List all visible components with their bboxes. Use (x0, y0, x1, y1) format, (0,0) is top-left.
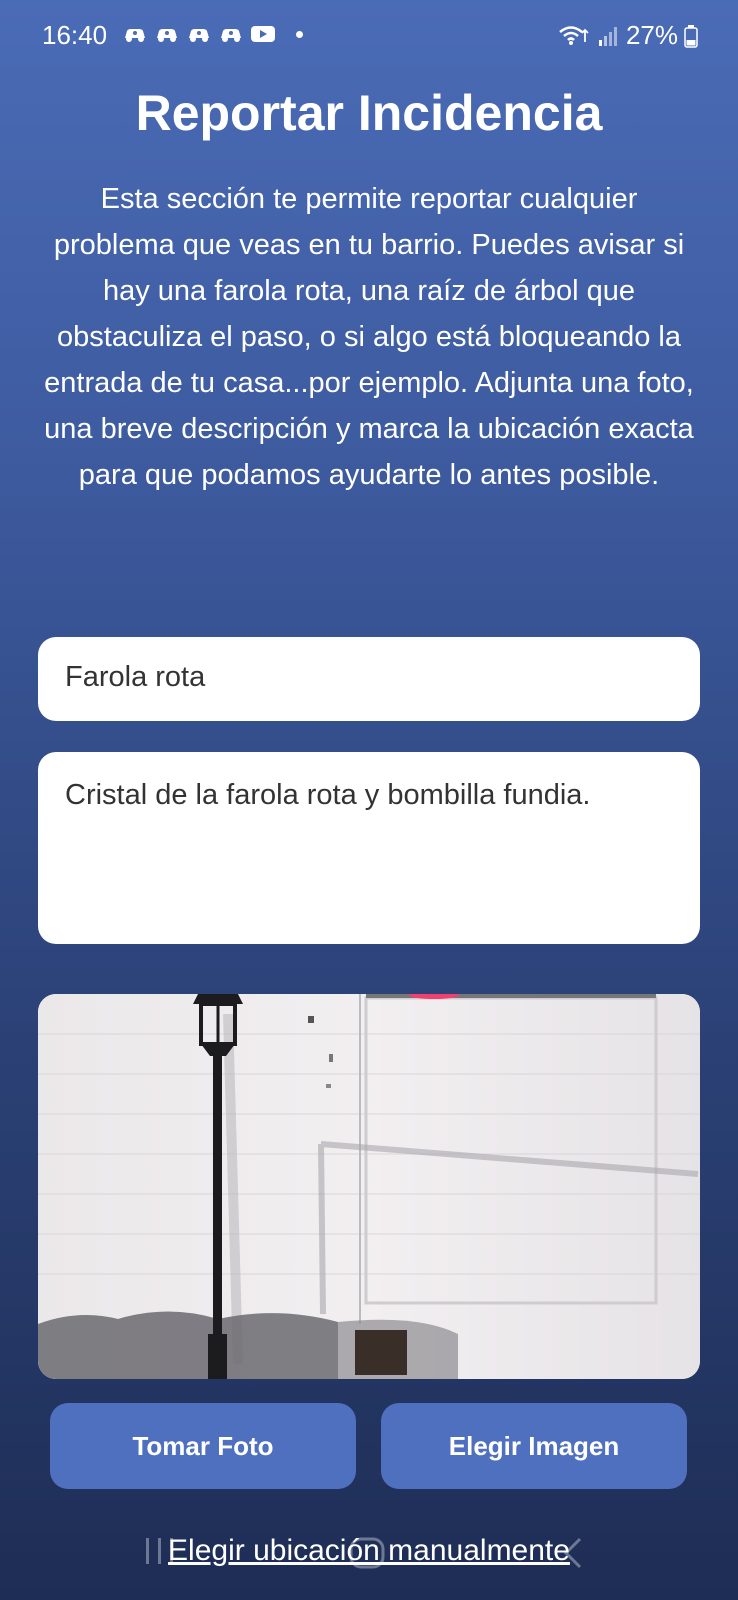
youtube-icon (251, 26, 275, 42)
carpool-icon (221, 29, 241, 42)
incident-photo-preview (38, 994, 700, 1379)
incident-description-input[interactable]: Cristal de la farola rota y bombilla fun… (38, 752, 700, 944)
battery-percent: 27% (625, 20, 678, 50)
battery-icon (684, 24, 698, 48)
page-title: Reportar Incidencia (135, 85, 603, 141)
signal-icon (598, 26, 617, 46)
status-time: 16:40 (42, 20, 108, 50)
page-description: Esta sección te permite reportar cualqui… (44, 183, 694, 491)
carpool-icon (157, 29, 177, 42)
take-photo-button[interactable]: Tomar Foto (50, 1403, 356, 1489)
status-right: 27% (558, 20, 698, 51)
status-bar: 16:40 27% (0, 0, 738, 72)
choose-image-button[interactable]: Elegir Imagen (381, 1403, 687, 1489)
street-lamp-photo (38, 994, 700, 1379)
notification-icons (122, 24, 303, 44)
incident-title-input[interactable]: Farola rota (38, 637, 700, 721)
carpool-icon (125, 29, 145, 42)
more-notifications-dot (296, 30, 303, 38)
carpool-icon (189, 29, 209, 42)
choose-location-manually-link[interactable]: Elegir ubicación manualmente (0, 1534, 738, 1568)
wifi-icon (559, 25, 589, 45)
